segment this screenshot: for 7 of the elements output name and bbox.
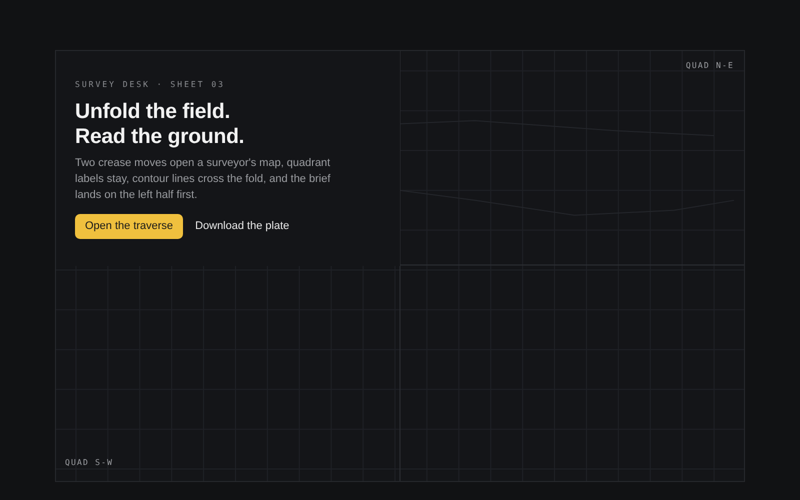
open-traverse-button[interactable]: Open the traverse [75, 214, 184, 239]
brief-paragraph: Two crease moves open a surveyor's map, quadrant labels stay, contour lines cross the fold, and the brief lands on the left half first. [75, 156, 332, 203]
eyebrow-label: SURVEY DESK · SHEET 03 [75, 79, 226, 91]
headline: Unfold the field. Read the ground. [75, 99, 246, 149]
quadrant-label: QUAD N-E [686, 60, 734, 72]
download-link[interactable]: Download the plate [195, 218, 290, 235]
quadrant-label: QUAD S-W [65, 457, 114, 469]
